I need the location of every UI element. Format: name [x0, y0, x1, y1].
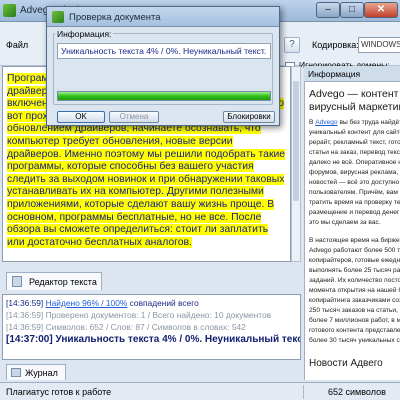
- encoding-label: Кодировка:: [312, 40, 359, 50]
- statusbar: Плагиатус готов к работе 652 символов: [0, 382, 400, 400]
- encoding-select[interactable]: WINDOWS-1251: [358, 37, 400, 53]
- tab-journal-label: Журнал: [25, 368, 58, 378]
- editor-scrollbar[interactable]: [291, 66, 301, 262]
- tab-journal[interactable]: Журнал: [6, 364, 66, 380]
- tab-text-editor-label: Редактор текста: [29, 277, 97, 287]
- blocks-button[interactable]: Блокировки: [223, 111, 275, 123]
- info-paragraph-text: вы без труда найдёте отличный уникальный…: [309, 119, 400, 226]
- log-text: Символов: 652 / Слов: 87 / Символов в сл…: [45, 322, 246, 332]
- dialog-info-label: Информация:: [55, 29, 114, 39]
- scrollbar-thumb[interactable]: [293, 81, 299, 201]
- info-panel-header: Информация: [304, 66, 400, 82]
- log-time: [14:36:59]: [6, 322, 44, 332]
- cancel-button[interactable]: Отмена: [109, 111, 159, 123]
- info-heading: Advego — контент на заказ, вирусный марк…: [309, 88, 400, 113]
- log-line: [14:36:59] Проверено документов: 1 / Все…: [6, 310, 271, 320]
- journal-icon: [11, 368, 21, 377]
- advego-link[interactable]: Advego: [315, 119, 337, 126]
- help-icon[interactable]: ?: [284, 37, 300, 53]
- log-line: [14:36:59] Найдено 96% / 100% совпадений…: [6, 298, 199, 308]
- dialog-app-icon: [52, 11, 64, 23]
- log-matches-link[interactable]: Найдено 96% / 100%: [46, 298, 128, 308]
- dialog-progress-bar: [57, 91, 271, 101]
- status-message: Плагиатус готов к работе: [6, 387, 112, 397]
- app-logo-icon: [3, 4, 16, 17]
- progress-fill: [58, 92, 270, 100]
- menu-file[interactable]: Файл: [6, 40, 28, 50]
- tab-text-editor[interactable]: Редактор текста: [6, 272, 102, 290]
- close-button[interactable]: ✕: [364, 2, 398, 18]
- char-count: 652 символов: [328, 387, 386, 397]
- info-paragraph: В Advego вы без труда найдёте отличный у…: [309, 118, 400, 228]
- news-heading: Новости Адвего: [309, 358, 383, 369]
- dialog-title: Проверка документа: [69, 12, 161, 23]
- dialog-titlebar[interactable]: Проверка документа: [47, 7, 279, 27]
- info-panel: Advego — контент на заказ, вирусный марк…: [304, 82, 400, 380]
- info-paragraph: В настоящее время на бирже контента Adve…: [309, 237, 400, 344]
- log-panel: [14:36:59] Найдено 96% / 100% совпадений…: [2, 294, 301, 360]
- dialog-result-field: Уникальность текста 4% / 0%. Неуникальны…: [57, 43, 271, 59]
- log-text: совпадений всего: [129, 298, 199, 308]
- document-icon: [12, 276, 22, 287]
- minimize-button[interactable]: –: [316, 2, 340, 18]
- check-document-dialog: Проверка документа Информация: Уникально…: [46, 6, 280, 126]
- status-divider: [303, 385, 304, 399]
- ok-button[interactable]: OK: [57, 111, 105, 123]
- log-result-text: Уникальность текста 4% / 0%. Неуникальны…: [55, 334, 301, 345]
- log-time: [14:37:00]: [6, 334, 53, 345]
- info-panel-title: Информация: [308, 69, 361, 79]
- log-line-result: [14:37:00] Уникальность текста 4% / 0%. …: [6, 334, 301, 345]
- log-time: [14:36:59]: [6, 310, 44, 320]
- log-time: [14:36:59]: [6, 298, 44, 308]
- maximize-button[interactable]: □: [340, 2, 364, 18]
- log-text: Проверено документов: 1 / Всего найдено:…: [45, 310, 272, 320]
- log-line: [14:36:59] Символов: 652 / Слов: 87 / Си…: [6, 322, 246, 332]
